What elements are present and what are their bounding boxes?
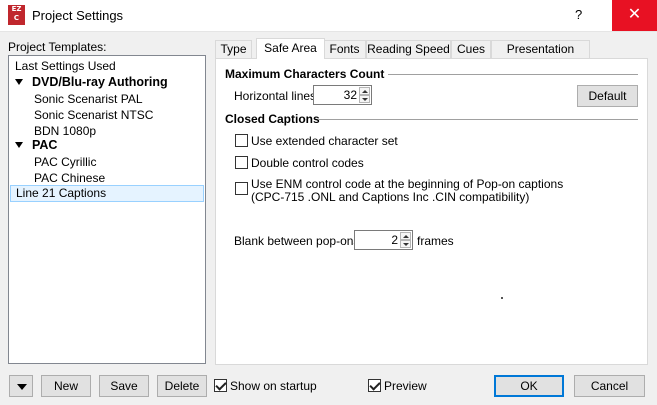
window-title: Project Settings [32,8,124,23]
save-button[interactable]: Save [99,375,149,397]
horizontal-lines-label: Horizontal lines: [234,89,320,103]
list-item[interactable]: PAC Chinese [34,170,105,186]
tab-cues[interactable]: Cues [451,40,491,58]
show-on-startup-label: Show on startup [230,379,317,393]
frames-unit-label: frames [417,234,454,248]
tab-fonts[interactable]: Fonts [323,40,366,58]
stepper-up-icon[interactable] [400,232,411,240]
project-templates-list[interactable]: Last Settings Used DVD/Blu-ray Authoring… [8,55,206,364]
tree-group-label: DVD/Blu-ray Authoring [32,75,168,89]
title-bar: EZ C Project Settings ? ✕ [0,0,657,32]
stepper-down-icon[interactable] [400,240,411,248]
stepper-value: 2 [391,233,398,247]
tree-group-pac[interactable]: PAC [15,137,57,153]
templates-menu-button[interactable] [9,375,33,397]
double-codes-checkbox[interactable] [235,156,248,169]
app-logo-icon: EZ C [8,5,25,25]
list-item[interactable]: Sonic Scenarist NTSC [34,107,153,123]
max-chars-section-title: Maximum Characters Count [225,67,385,81]
stray-dot [501,297,503,299]
tab-type[interactable]: Type [215,40,252,58]
preview-label: Preview [384,379,427,393]
section-divider [388,74,638,75]
tree-group-label: PAC [32,138,58,152]
blank-between-label: Blank between pop-ons: [234,234,363,248]
list-item[interactable]: Last Settings Used [15,58,116,74]
list-item[interactable]: Sonic Scenarist PAL [34,91,143,107]
expand-triangle-icon[interactable] [15,142,23,148]
list-item[interactable]: PAC Cyrillic [34,154,96,170]
ok-button[interactable]: OK [494,375,564,397]
project-templates-label: Project Templates: [8,40,107,54]
cancel-button[interactable]: Cancel [574,375,645,397]
list-item-selected[interactable]: Line 21 Captions [10,185,204,202]
enm-control-label-line1: Use ENM control code at the beginning of… [251,177,564,191]
default-button[interactable]: Default [577,85,638,107]
section-divider [318,119,638,120]
help-button[interactable]: ? [575,7,582,22]
stepper-value: 32 [343,88,357,102]
closed-captions-section-title: Closed Captions [225,112,320,126]
tab-presentation-style[interactable]: Presentation Style [491,40,590,73]
expand-triangle-icon[interactable] [15,79,23,85]
tab-reading-speed[interactable]: Reading Speed [366,40,451,58]
horizontal-lines-stepper[interactable]: 32 [313,85,372,105]
stepper-down-icon[interactable] [359,95,370,103]
blank-frames-stepper[interactable]: 2 [354,230,413,250]
delete-button[interactable]: Delete [157,375,207,397]
double-codes-label: Double control codes [251,156,364,170]
extended-charset-label: Use extended character set [251,134,398,148]
tree-group-dvd[interactable]: DVD/Blu-ray Authoring [15,74,168,90]
preview-checkbox[interactable] [368,379,381,392]
close-button[interactable]: ✕ [612,0,657,31]
enm-control-checkbox[interactable] [235,182,248,195]
stepper-up-icon[interactable] [359,87,370,95]
extended-charset-checkbox[interactable] [235,134,248,147]
show-on-startup-checkbox[interactable] [214,379,227,392]
tab-safe-area[interactable]: Safe Area [256,38,325,59]
enm-control-label-line2: (CPC-715 .ONL and Captions Inc .CIN comp… [251,190,530,204]
new-button[interactable]: New [41,375,91,397]
